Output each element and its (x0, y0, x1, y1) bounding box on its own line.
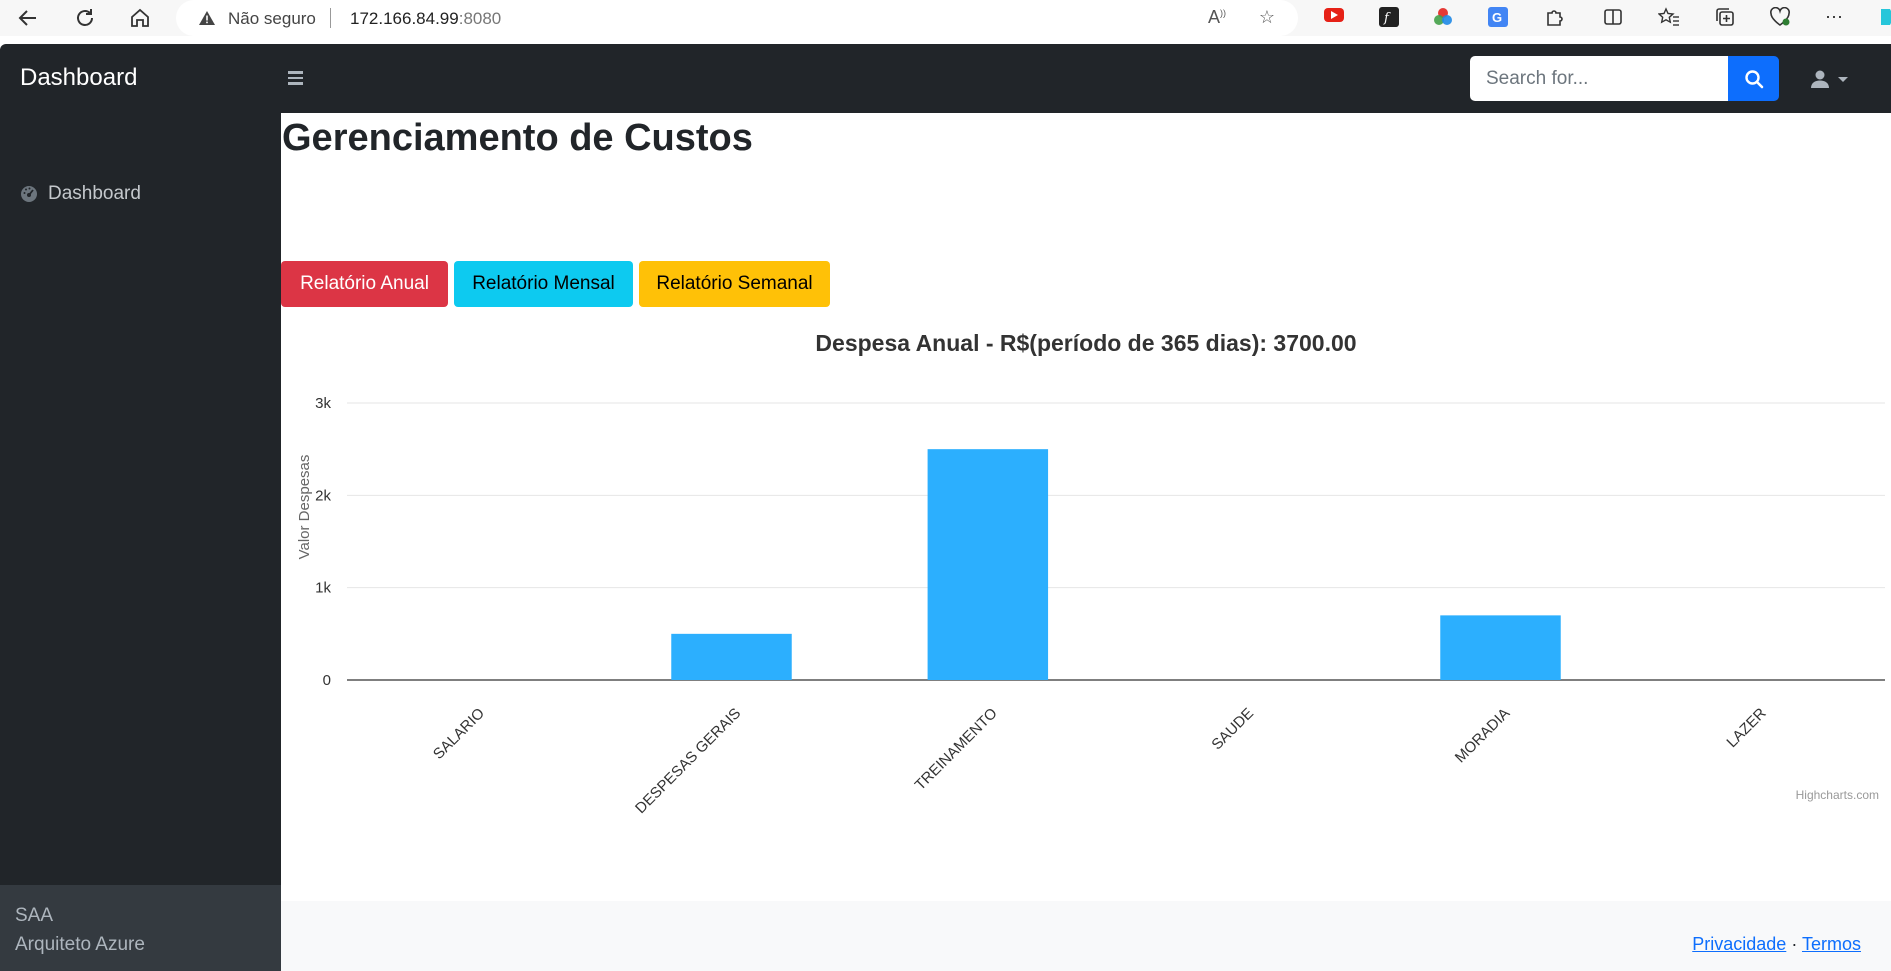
user-dropdown[interactable] (1810, 66, 1854, 92)
y-tick-label: 0 (323, 672, 331, 689)
x-tick-label: SAUDE (1208, 705, 1257, 754)
url-text[interactable]: 172.166.84.99:8080 (350, 9, 501, 29)
translate-extension-icon[interactable]: G (1487, 7, 1509, 29)
warning-icon (198, 10, 216, 31)
dashboard-gauge-icon (21, 186, 37, 202)
read-aloud-icon[interactable]: A)) (1206, 7, 1228, 29)
refresh-icon[interactable] (73, 6, 97, 30)
sidebar-footer-line1: SAA (15, 905, 54, 926)
weekly-report-button[interactable]: Relatório Semanal (639, 261, 830, 307)
privacy-link[interactable]: Privacidade (1692, 934, 1786, 954)
function-extension-icon[interactable]: f (1378, 7, 1400, 29)
main-content: Gerenciamento de Custos Relatório Anual … (281, 113, 1891, 971)
user-icon (1811, 70, 1829, 88)
search-button[interactable] (1728, 56, 1779, 101)
security-label[interactable]: Não seguro (228, 9, 316, 29)
svg-text:G: G (1492, 10, 1502, 25)
footer-links: Privacidade · Termos (1692, 934, 1861, 955)
expense-bar-chart: Despesa Anual - R$(período de 365 dias):… (296, 330, 1885, 817)
top-navbar: Dashboard (0, 44, 1891, 113)
chart-credits[interactable]: Highcharts.com (1796, 788, 1879, 802)
back-arrow-icon[interactable] (16, 6, 40, 30)
address-separator (330, 8, 331, 28)
monthly-report-button[interactable]: Relatório Mensal (454, 261, 633, 307)
x-tick-label: DESPESAS GERAIS (632, 705, 744, 817)
y-axis-label: Valor Despesas (296, 455, 313, 560)
extensions-puzzle-icon[interactable] (1543, 7, 1565, 29)
youtube-extension-icon[interactable] (1323, 7, 1345, 29)
x-tick-label: TREINAMENTO (912, 705, 1001, 794)
search-form (1470, 56, 1779, 101)
x-tick-label: LAZER (1723, 705, 1769, 751)
annual-report-button[interactable]: Relatório Anual (281, 261, 448, 307)
sidebar-footer: SAA Arquiteto Azure (0, 885, 281, 971)
navbar-brand[interactable]: Dashboard (20, 64, 137, 92)
favorite-star-icon[interactable]: ☆ (1256, 7, 1278, 29)
sidebar-item-dashboard[interactable]: Dashboard (20, 183, 141, 205)
search-input[interactable] (1470, 56, 1728, 101)
copilot-icon[interactable] (1874, 7, 1891, 29)
sidebar-item-label: Dashboard (48, 183, 141, 204)
terms-link[interactable]: Termos (1802, 934, 1861, 954)
favorites-icon[interactable] (1657, 7, 1680, 29)
home-icon[interactable] (128, 6, 152, 30)
split-screen-icon[interactable] (1602, 7, 1624, 29)
sidebar: Dashboard SAA Arquiteto Azure (0, 113, 281, 971)
bar-despesas-gerais[interactable] (671, 633, 792, 680)
browser-toolbar: Não seguro 172.166.84.99:8080 A)) ☆ f G … (0, 0, 1891, 36)
y-tick-label: 2k (315, 487, 331, 504)
y-tick-label: 3k (315, 395, 331, 412)
y-tick-label: 1k (315, 580, 331, 597)
more-menu-icon[interactable]: ⋯ (1823, 7, 1845, 29)
address-bar[interactable]: Não seguro 172.166.84.99:8080 A)) ☆ (176, 0, 1298, 36)
bar-treinamento[interactable] (927, 449, 1049, 680)
search-icon (1744, 69, 1763, 88)
sidebar-footer-line2: Arquiteto Azure (15, 934, 145, 955)
bar-moradia[interactable] (1440, 615, 1561, 680)
collections-icon[interactable] (1714, 7, 1736, 29)
footer-separator: · (1786, 934, 1802, 954)
sidebar-toggle-icon[interactable] (288, 68, 310, 88)
page-footer: Privacidade · Termos (281, 901, 1891, 971)
caret-down-icon (1838, 77, 1848, 82)
color-picker-extension-icon[interactable] (1432, 7, 1454, 29)
chart-title: Despesa Anual - R$(período de 365 dias):… (815, 330, 1356, 356)
x-tick-label: SALARIO (430, 705, 488, 763)
browser-essentials-icon[interactable] (1769, 6, 1791, 29)
page-title: Gerenciamento de Custos (282, 117, 753, 159)
x-tick-label: MORADIA (1452, 705, 1514, 767)
